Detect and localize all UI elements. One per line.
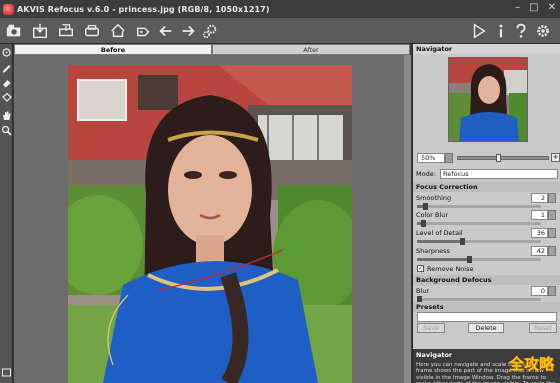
zoom-row: 50% + (413, 152, 560, 164)
mode-label: Mode: (416, 170, 436, 178)
sharpness-slider-thumb[interactable] (467, 256, 472, 263)
help-icon[interactable] (511, 21, 531, 41)
zoom-in-icon[interactable]: + (551, 153, 560, 162)
tab-after[interactable]: After (212, 44, 410, 55)
preset-reset-button[interactable]: Reset (529, 323, 557, 333)
focus-correction-header[interactable]: Focus Correction (413, 182, 560, 192)
watermark-logo: 全攻略 (503, 344, 560, 383)
mode-select[interactable]: Refocus (440, 169, 558, 179)
photo-illustration (68, 65, 352, 383)
tool-strip (0, 44, 13, 383)
panel-toggle-icon[interactable] (1, 367, 12, 378)
app-logo-icon (3, 3, 14, 15)
sharpness-row: Sharpness 42 (413, 246, 560, 257)
color-blur-slider[interactable] (417, 220, 541, 227)
share-icon[interactable] (108, 21, 128, 41)
run-play-icon[interactable] (469, 21, 489, 41)
level-detail-stepper[interactable] (548, 228, 556, 238)
redo-icon[interactable] (178, 21, 198, 41)
color-blur-label: Color Blur (416, 211, 449, 219)
open-file-icon[interactable] (4, 21, 24, 41)
image-window[interactable] (14, 55, 410, 383)
remove-noise-checkbox[interactable]: ✓ (417, 265, 424, 272)
redo-history-icon[interactable] (134, 21, 154, 41)
zoom-slider-thumb[interactable] (496, 154, 501, 162)
preferences-gear-icon[interactable] (533, 21, 553, 41)
bucket-icon[interactable] (1, 92, 12, 103)
blur-field[interactable]: 0 (531, 286, 548, 296)
presets-header[interactable]: Presets (413, 302, 560, 312)
mode-row: Mode: Refocus (413, 169, 560, 180)
save-icon[interactable] (30, 21, 50, 41)
main-toolbar (0, 18, 560, 44)
color-blur-stepper[interactable] (548, 210, 556, 220)
minimize-button[interactable]: – (515, 2, 520, 13)
navigator-header[interactable]: Navigator (413, 44, 560, 54)
blur-slider[interactable] (417, 296, 541, 303)
zoom-icon[interactable] (1, 125, 12, 136)
smoothing-label: Smoothing (416, 194, 452, 202)
level-detail-field[interactable]: 36 (531, 228, 548, 238)
navigator-thumbnail[interactable] (448, 57, 528, 142)
sharpness-label: Sharpness (416, 247, 450, 255)
settings-gear-icon[interactable] (200, 21, 220, 41)
sharpness-slider[interactable] (417, 256, 541, 263)
view-tabs: Before After (14, 44, 410, 55)
hand-icon[interactable] (1, 110, 12, 121)
close-button[interactable]: ✕ (548, 2, 556, 13)
watermark-text: 全攻略 (508, 355, 554, 373)
smoothing-stepper[interactable] (548, 193, 556, 203)
pencil-icon[interactable] (1, 62, 12, 73)
window-title: AKVIS Refocus v.6.0 - princess.jpg (RGB/… (17, 4, 270, 14)
window-controls: – □ ✕ (515, 2, 556, 13)
level-detail-row: Level of Detail 36 (413, 228, 560, 239)
color-blur-field[interactable]: 1 (531, 210, 548, 220)
level-detail-slider-thumb[interactable] (460, 238, 465, 245)
smoothing-slider[interactable] (417, 203, 541, 210)
vertical-scrollbar[interactable] (404, 55, 411, 383)
settings-panel: Navigator 50% + Mode: Refocus Focus Corr… (412, 44, 560, 383)
zoom-slider[interactable] (457, 154, 549, 162)
preset-select[interactable] (417, 312, 557, 322)
print-icon[interactable] (56, 21, 76, 41)
remove-noise-row: ✓ Remove Noise (413, 264, 560, 275)
level-detail-label: Level of Detail (416, 229, 463, 237)
level-detail-slider[interactable] (417, 238, 541, 245)
sharpness-stepper[interactable] (548, 246, 556, 256)
eraser-icon[interactable] (1, 77, 12, 88)
zoom-select[interactable]: 50% (417, 153, 445, 163)
preset-delete-button[interactable]: Delete (468, 323, 504, 333)
tab-before[interactable]: Before (14, 44, 212, 55)
princess-photo[interactable] (68, 65, 352, 383)
color-blur-slider-thumb[interactable] (421, 220, 426, 227)
background-defocus-header[interactable]: Background Defocus (413, 275, 560, 285)
smoothing-field[interactable]: 2 (531, 193, 548, 203)
blur-stepper[interactable] (548, 286, 556, 296)
export-icon[interactable] (82, 21, 102, 41)
maximize-button[interactable]: □ (529, 2, 538, 13)
preset-save-button[interactable]: Save (417, 323, 445, 333)
title-bar: AKVIS Refocus v.6.0 - princess.jpg (RGB/… (0, 0, 560, 18)
info-icon[interactable] (491, 21, 511, 41)
focus-brush-icon[interactable] (1, 47, 12, 58)
smoothing-slider-thumb[interactable] (423, 203, 428, 210)
smoothing-row: Smoothing 2 (413, 193, 560, 204)
remove-noise-label[interactable]: Remove Noise (427, 265, 473, 273)
zoom-dropdown-chevron-icon[interactable] (445, 153, 453, 163)
color-blur-row: Color Blur 1 (413, 210, 560, 221)
sharpness-field[interactable]: 42 (531, 246, 548, 256)
blur-row: Blur 0 (413, 286, 560, 297)
undo-icon[interactable] (156, 21, 176, 41)
blur-label: Blur (416, 287, 430, 295)
